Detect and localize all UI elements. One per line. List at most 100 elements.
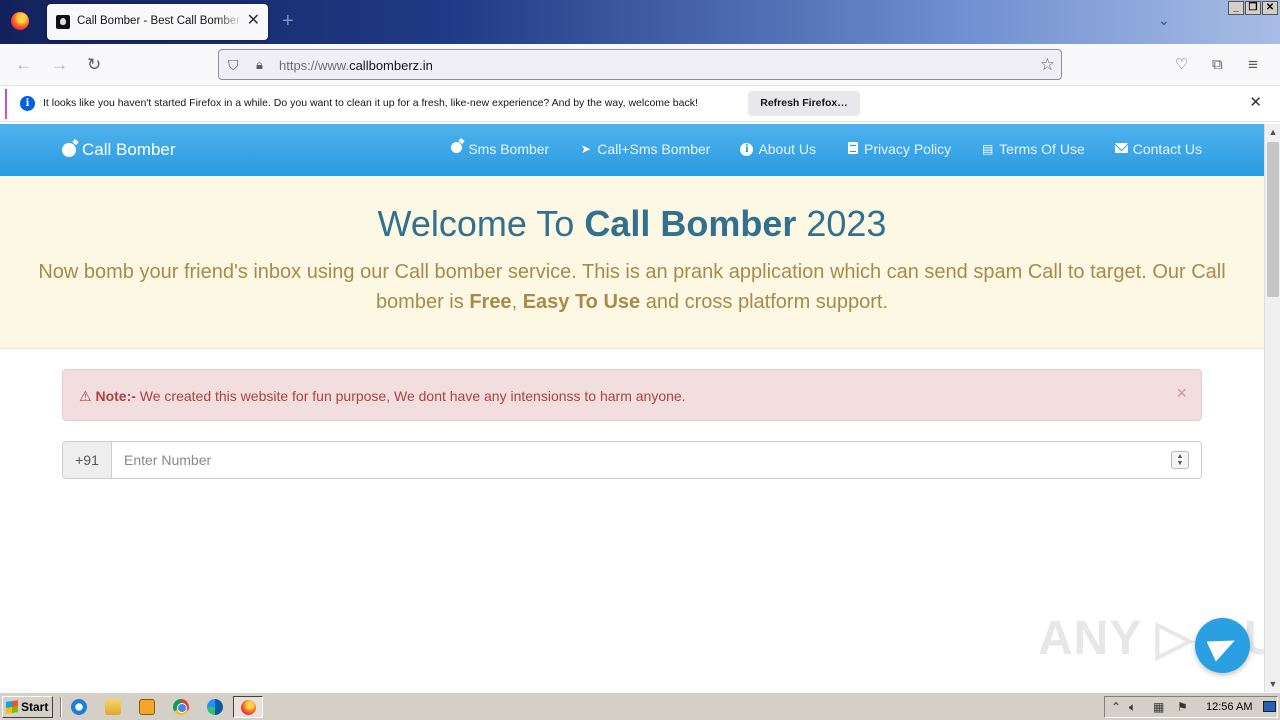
- chrome-icon[interactable]: [173, 699, 189, 715]
- brand-label: Call Bomber: [82, 140, 176, 159]
- url-text[interactable]: https://www.callbomberz.in: [279, 58, 433, 73]
- close-window-button[interactable]: ✕: [1262, 1, 1278, 15]
- tab-strip: Call Bomber - Best Call Bomber Online ✕ …: [0, 0, 1280, 44]
- nav-sms-bomber[interactable]: Sms Bomber: [450, 141, 549, 157]
- phone-number-input[interactable]: [112, 442, 1201, 478]
- active-tab[interactable]: Call Bomber - Best Call Bomber Online ✕: [47, 4, 268, 40]
- back-arrow-icon[interactable]: ←: [15, 55, 32, 75]
- bomb-icon: [451, 142, 463, 153]
- clock[interactable]: 12:56 AM: [1206, 701, 1252, 713]
- page-title: Welcome To Call Bomber 2023: [0, 203, 1264, 245]
- number-spinner[interactable]: ▲ ▼: [1171, 451, 1189, 469]
- hamburger-menu-icon[interactable]: ≡: [1248, 55, 1258, 75]
- scroll-down-arrow-icon[interactable]: ▼: [1265, 676, 1280, 692]
- intro-comma: ,: [511, 291, 523, 313]
- info-icon: i: [20, 96, 35, 111]
- telegram-button[interactable]: [1195, 618, 1250, 673]
- navigation-toolbar: ← → ↻ ⛉ 🔒︎ https://www.callbomberz.in ☆ …: [0, 44, 1280, 86]
- lock-icon[interactable]: 🔒︎: [256, 57, 263, 73]
- phone-input-group: +91 ▲▼: [62, 441, 1202, 479]
- action-center-flag-icon[interactable]: ⚑: [1177, 700, 1188, 714]
- title-prefix: Welcome To: [377, 203, 585, 244]
- notification-close-icon[interactable]: ✕: [1249, 95, 1262, 111]
- firefox-menu-icon[interactable]: [11, 12, 29, 30]
- envelope-icon: [1114, 143, 1128, 153]
- internet-explorer-icon[interactable]: [71, 699, 87, 715]
- media-player-icon[interactable]: [139, 699, 155, 715]
- new-tab-button[interactable]: +: [282, 11, 294, 31]
- window-controls: _ ❐ ✕: [1228, 1, 1278, 15]
- intro-text-2: and cross platform support.: [640, 291, 889, 313]
- nav-label: Sms Bomber: [468, 141, 550, 157]
- note-alert: ⚠ Note:- We created this website for fun…: [62, 369, 1202, 421]
- bookmark-star-icon[interactable]: ☆: [1040, 55, 1055, 75]
- refresh-firefox-notification: i It looks like you haven't started Fire…: [0, 86, 1280, 122]
- bomb-icon: [62, 143, 76, 157]
- alert-body: We created this website for fun purpose,…: [135, 388, 686, 404]
- nav-contact-us[interactable]: Contact Us: [1114, 141, 1202, 157]
- scroll-thumb[interactable]: [1267, 142, 1279, 297]
- tray-expand-icon[interactable]: ⌃: [1111, 700, 1121, 714]
- document-icon: [847, 141, 858, 154]
- page-viewport: Call Bomber Sms Bomber ➤ Call+Sms Bomber…: [0, 124, 1264, 692]
- title-brand: Call Bomber: [584, 203, 797, 244]
- taskbar-firefox-window[interactable]: [233, 696, 263, 718]
- address-bar[interactable]: ⛉ 🔒︎ https://www.callbomberz.in ☆: [218, 49, 1062, 80]
- nav-call-sms-bomber[interactable]: ➤ Call+Sms Bomber: [579, 141, 711, 157]
- system-tray: ⌃ 🔈︎ ▦ ⚑ 12:56 AM: [1104, 696, 1278, 718]
- telegram-plane-icon: [1206, 630, 1240, 662]
- nav-terms-of-use[interactable]: ▤ Terms Of Use: [981, 141, 1085, 157]
- welcome-jumbotron: Welcome To Call Bomber 2023 Now bomb you…: [0, 176, 1264, 349]
- windows-logo-icon: [6, 700, 18, 714]
- url-prefix: https://www.: [279, 58, 350, 73]
- folder-icon[interactable]: [105, 699, 121, 715]
- nav-about-us[interactable]: i About Us: [740, 141, 816, 157]
- pocket-icon[interactable]: ♡: [1175, 55, 1188, 75]
- extensions-icon[interactable]: ⧉: [1212, 55, 1223, 75]
- volume-icon[interactable]: 🔈︎: [1129, 700, 1136, 714]
- title-year: 2023: [796, 203, 887, 244]
- alert-message: ⚠ Note:- We created this website for fun…: [79, 388, 686, 405]
- scroll-up-arrow-icon[interactable]: ▲: [1265, 124, 1280, 140]
- network-icon[interactable]: ▦: [1153, 700, 1164, 714]
- paper-plane-icon: ➤: [580, 142, 591, 156]
- nav-label: Call+Sms Bomber: [597, 141, 711, 157]
- intro-free: Free: [469, 291, 512, 313]
- show-desktop-icon[interactable]: [1263, 701, 1276, 712]
- site-favicon-icon: [56, 15, 70, 29]
- minimize-button[interactable]: _: [1228, 1, 1244, 15]
- alert-close-icon[interactable]: ×: [1176, 384, 1187, 402]
- tracking-shield-icon[interactable]: ⛉: [228, 57, 239, 74]
- intro-paragraph: Now bomb your friend's inbox using our C…: [20, 257, 1244, 317]
- nav-label: Privacy Policy: [864, 141, 952, 157]
- site-menu: Sms Bomber ➤ Call+Sms Bomber i About Us …: [450, 141, 1202, 157]
- list-alt-icon: ▤: [982, 142, 994, 156]
- taskbar-separator: [60, 697, 62, 717]
- firefox-icon: [241, 700, 256, 715]
- edge-icon[interactable]: [207, 699, 223, 715]
- start-label: Start: [21, 700, 49, 714]
- taskbar: Start ⌃ 🔈︎ ▦ ⚑ 12:56 AM: [0, 692, 1280, 720]
- nav-label: Contact Us: [1132, 141, 1202, 157]
- start-button[interactable]: Start: [2, 696, 53, 718]
- restore-button[interactable]: ❐: [1245, 1, 1261, 15]
- refresh-firefox-button[interactable]: Refresh Firefox…: [748, 91, 860, 116]
- nav-label: Terms Of Use: [999, 141, 1085, 157]
- vertical-scrollbar[interactable]: ▲ ▼: [1264, 124, 1280, 692]
- site-brand-link[interactable]: Call Bomber: [62, 140, 176, 160]
- notification-text: It looks like you haven't started Firefo…: [43, 97, 698, 109]
- nav-privacy-policy[interactable]: Privacy Policy: [846, 141, 951, 157]
- forward-arrow-icon[interactable]: →: [51, 55, 68, 75]
- url-domain: callbomberz.in: [349, 58, 433, 73]
- info-circle-icon: i: [740, 142, 754, 156]
- alert-label: Note:-: [95, 388, 136, 404]
- warning-icon: ⚠: [79, 388, 92, 404]
- intro-easy: Easy To Use: [522, 291, 641, 313]
- reload-icon[interactable]: ↻: [87, 55, 101, 75]
- tab-close-icon[interactable]: ✕: [247, 12, 260, 30]
- list-all-tabs-chevron-icon[interactable]: ⌄: [1158, 12, 1170, 29]
- nav-label: About Us: [758, 141, 817, 157]
- country-code: +91: [63, 442, 112, 478]
- tab-title: Call Bomber - Best Call Bomber Online: [77, 15, 242, 27]
- site-navbar: Call Bomber Sms Bomber ➤ Call+Sms Bomber…: [0, 124, 1264, 176]
